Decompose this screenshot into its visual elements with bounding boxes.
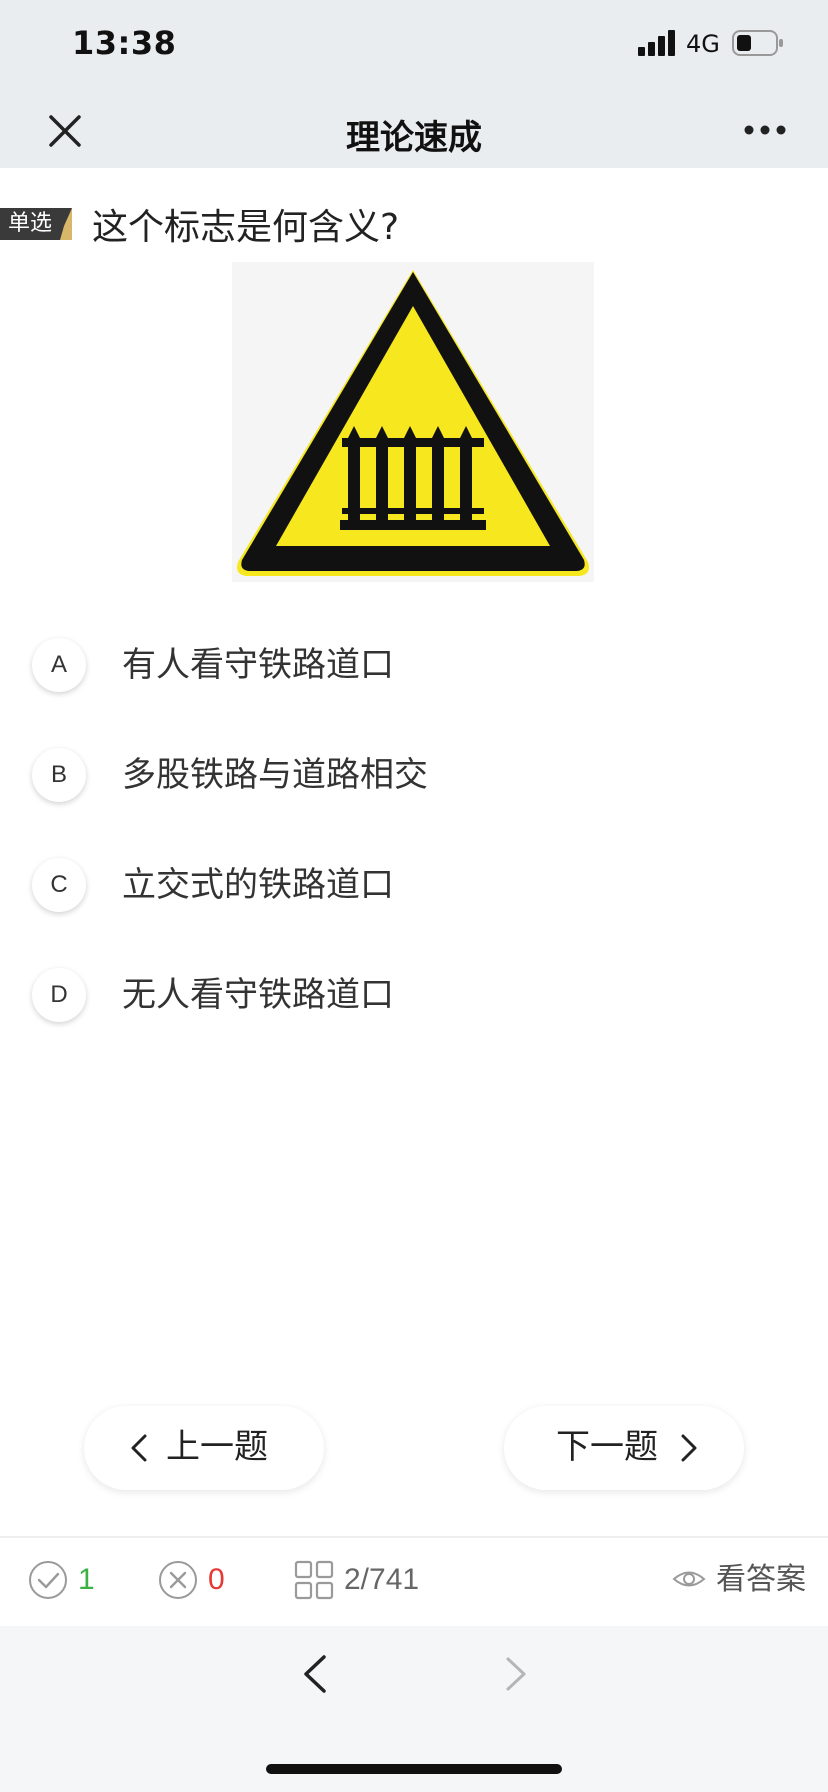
option-a[interactable]: A 有人看守铁路道口: [32, 628, 792, 708]
option-c[interactable]: C 立交式的铁路道口: [32, 848, 792, 928]
network-type: 4G: [686, 30, 720, 58]
option-a-letter: A: [32, 638, 86, 692]
view-answer-button[interactable]: 看答案: [716, 1560, 806, 1600]
chevron-left-icon: [131, 1434, 147, 1462]
check-circle-icon: [29, 1561, 67, 1599]
wrong-count: 0: [208, 1563, 225, 1596]
browser-back-icon[interactable]: [300, 1654, 328, 1694]
browser-forward-icon[interactable]: [504, 1656, 528, 1692]
option-b-text: 多股铁路与道路相交: [122, 755, 428, 795]
prev-question-label: 上一题: [166, 1427, 268, 1467]
option-d-text: 无人看守铁路道口: [122, 975, 394, 1015]
question-text: 这个标志是何含义?: [92, 207, 400, 248]
railway-crossing-warning-sign-icon: [232, 262, 594, 582]
correct-count: 1: [78, 1563, 95, 1596]
next-question-label: 下一题: [556, 1427, 658, 1467]
option-d[interactable]: D 无人看守铁路道口: [32, 958, 792, 1038]
signal-icon: [638, 30, 675, 56]
eye-icon[interactable]: [672, 1562, 706, 1596]
question-progress[interactable]: 2/741: [344, 1560, 419, 1600]
cross-circle-icon: [159, 1561, 197, 1599]
status-time: 13:38: [72, 24, 177, 62]
page-title: 理论速成: [346, 118, 482, 158]
prev-question-button[interactable]: 上一题: [84, 1406, 324, 1490]
chevron-right-icon: [681, 1434, 697, 1462]
more-icon[interactable]: [744, 124, 786, 136]
answer-stats-bar: 1 0 2/741 看答案: [0, 1538, 828, 1624]
option-a-text: 有人看守铁路道口: [122, 645, 394, 685]
option-b-letter: B: [32, 748, 86, 802]
grid-icon[interactable]: [294, 1560, 334, 1600]
home-indicator: [266, 1764, 562, 1774]
question-type-label: 单选: [8, 211, 53, 236]
option-c-text: 立交式的铁路道口: [122, 865, 394, 905]
battery-icon: [732, 30, 783, 56]
next-question-button[interactable]: 下一题: [504, 1406, 744, 1490]
option-c-letter: C: [32, 858, 86, 912]
option-d-letter: D: [32, 968, 86, 1022]
option-b[interactable]: B 多股铁路与道路相交: [32, 738, 792, 818]
